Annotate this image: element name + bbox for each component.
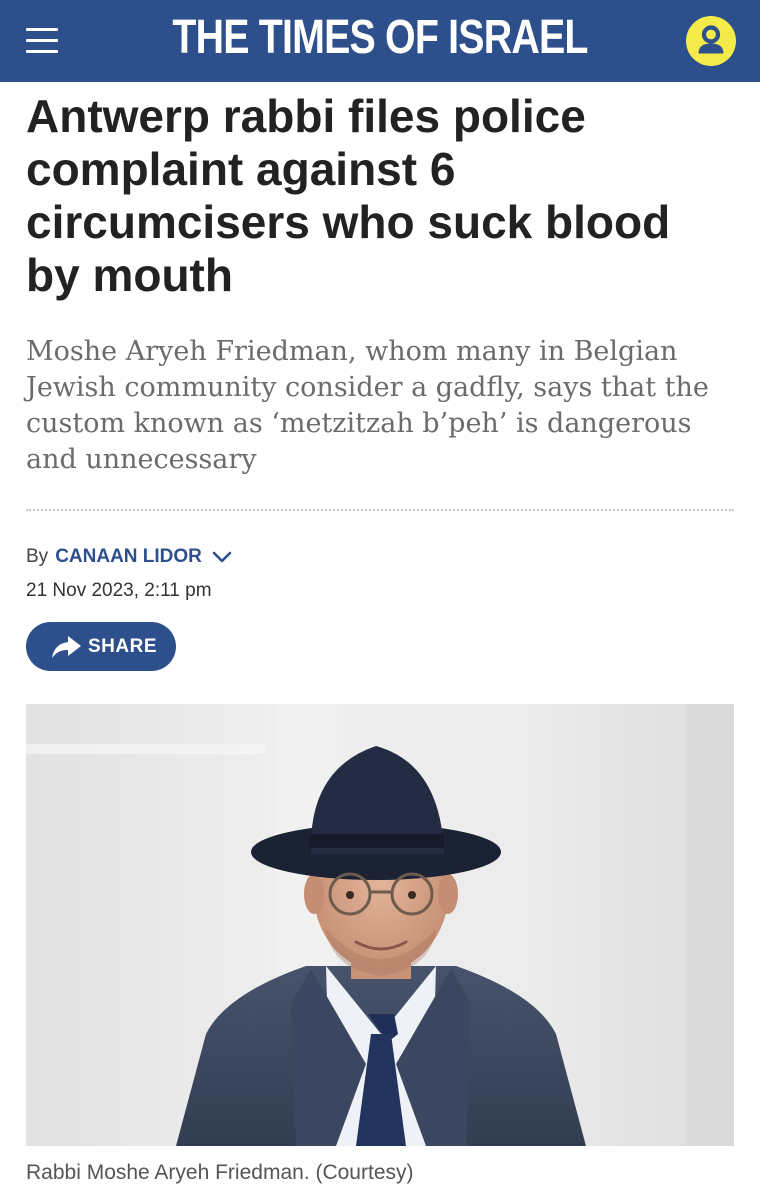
publish-date: 21 Nov 2023, 2:11 pm: [26, 580, 212, 601]
share-arrow-icon: [52, 635, 81, 658]
share-button[interactable]: SHARE: [26, 622, 176, 671]
image-caption: Rabbi Moshe Aryeh Friedman. (Courtesy): [26, 1161, 414, 1184]
byline: By CANAAN LIDOR: [26, 546, 232, 568]
byline-prefix: By: [26, 546, 49, 567]
hamburger-menu-icon[interactable]: [26, 28, 58, 54]
chevron-down-icon[interactable]: [212, 550, 232, 564]
article-subhead: Moshe Aryeh Friedman, whom many in Belgi…: [26, 336, 709, 475]
divider: [26, 509, 734, 511]
site-header: THE TIMES OF ISRAEL: [0, 0, 760, 82]
site-logo[interactable]: THE TIMES OF ISRAEL: [68, 10, 691, 65]
article-headline: Antwerp rabbi files police complaint aga…: [26, 90, 671, 301]
user-account-icon[interactable]: [686, 16, 736, 66]
author-link[interactable]: CANAAN LIDOR: [55, 546, 202, 568]
share-label: SHARE: [88, 635, 158, 657]
article-photo: [26, 704, 734, 1146]
